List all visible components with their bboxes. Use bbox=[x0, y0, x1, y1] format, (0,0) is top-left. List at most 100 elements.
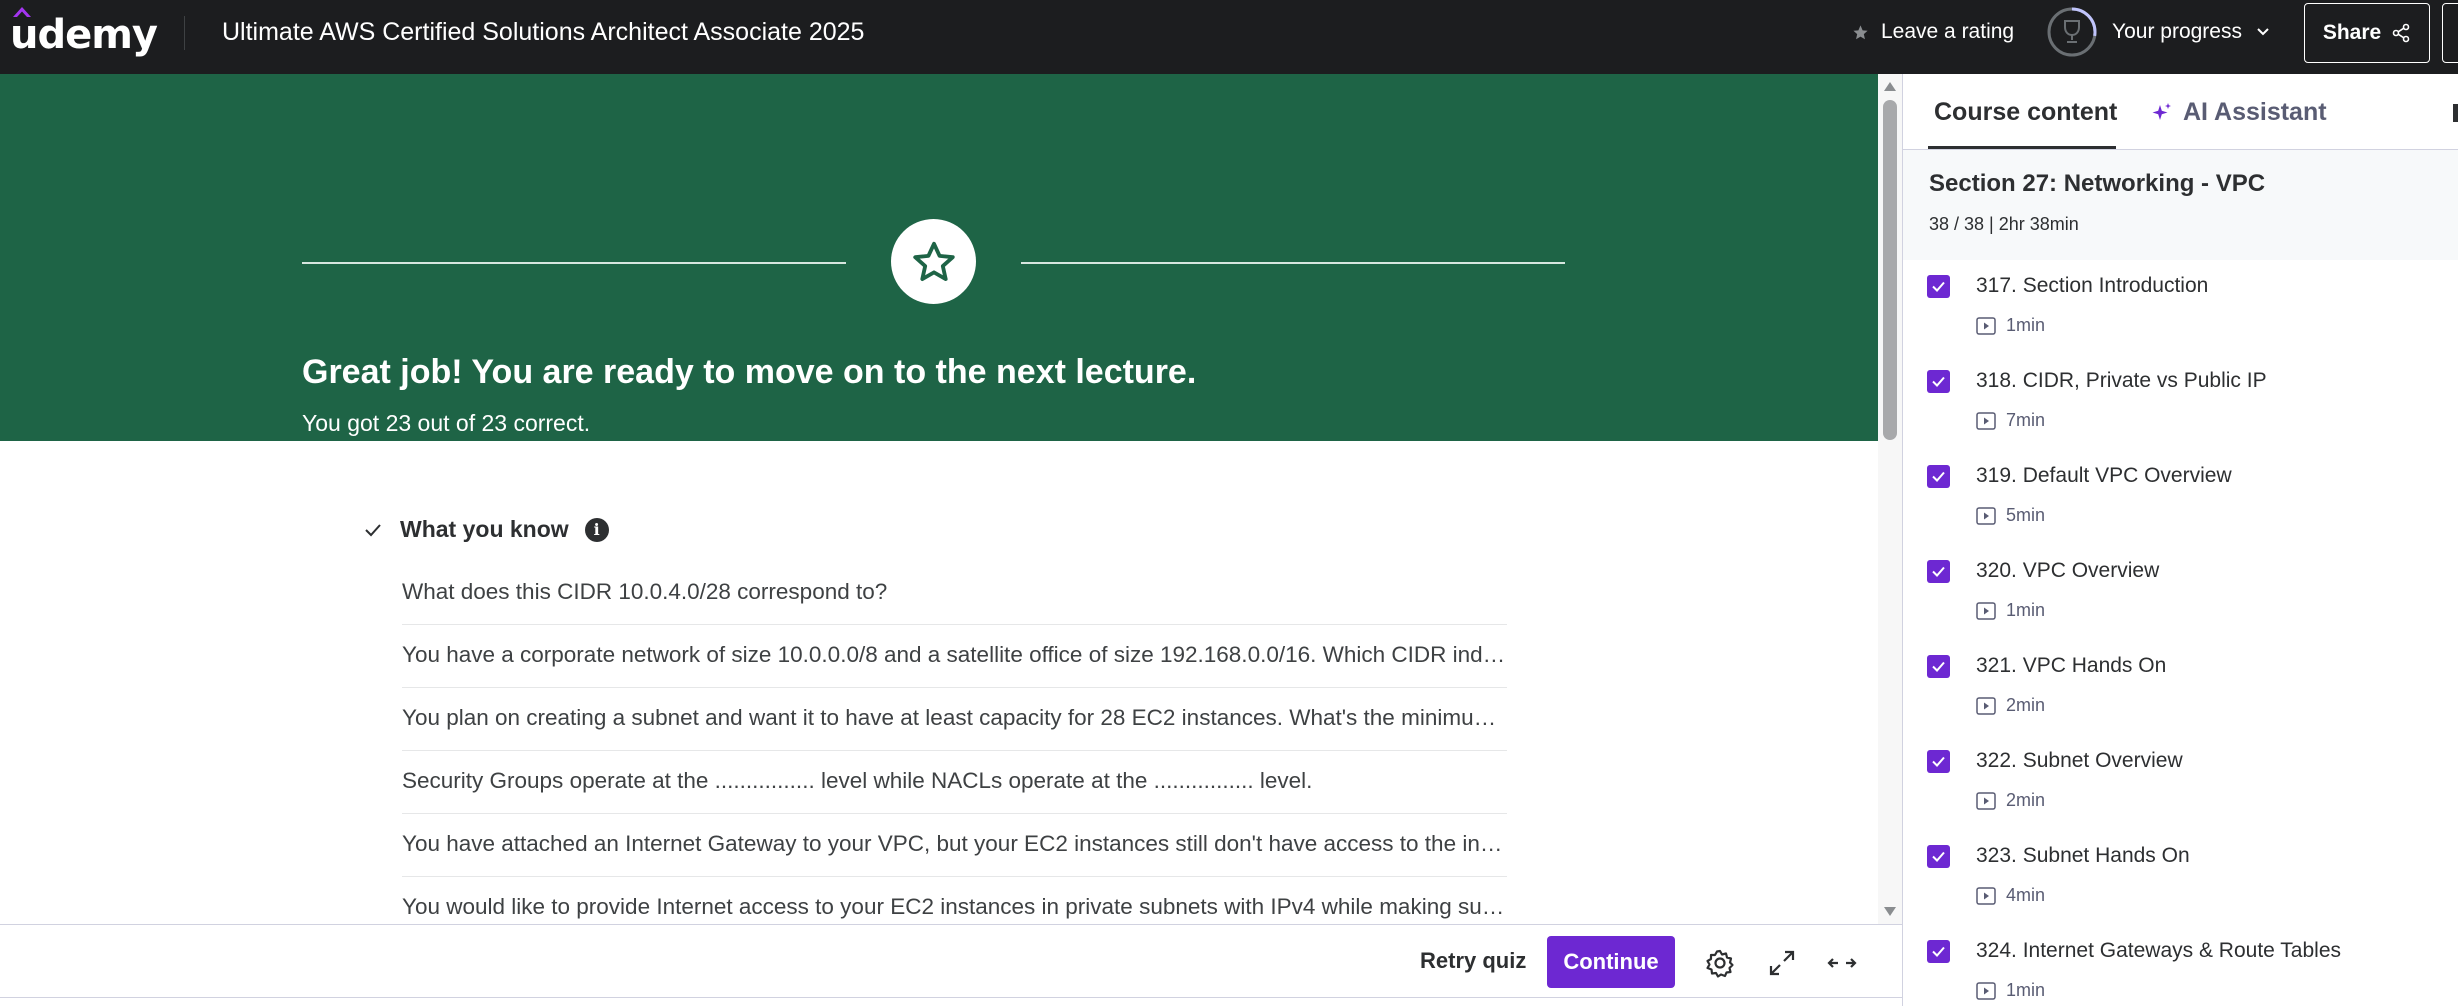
share-label: Share bbox=[2322, 21, 2382, 44]
duration-text: 1min bbox=[2006, 315, 2046, 335]
question-item[interactable]: What does this CIDR 10.0.4.0/28 correspo… bbox=[402, 562, 1507, 625]
lecture-duration: 1min bbox=[1976, 600, 2045, 621]
checkmark-icon bbox=[1932, 756, 1945, 767]
video-play-icon bbox=[1976, 981, 1996, 1000]
lecture-title: 324. Internet Gateways & Route Tables bbox=[1976, 939, 2341, 962]
video-play-icon bbox=[1976, 601, 1996, 620]
lecture-duration: 7min bbox=[1976, 410, 2045, 431]
continue-button[interactable]: Continue bbox=[1547, 936, 1675, 988]
progress-ring bbox=[2046, 6, 2098, 58]
completed-checkbox[interactable] bbox=[1927, 940, 1950, 963]
checkmark-icon bbox=[1932, 946, 1945, 957]
lecture-title: 323. Subnet Hands On bbox=[1976, 844, 2190, 867]
banner-divider-left bbox=[302, 262, 846, 264]
section-meta: 38 / 38 | 2hr 38min bbox=[1929, 214, 2079, 234]
video-play-icon bbox=[1976, 791, 1996, 810]
lecture-item[interactable]: 318. CIDR, Private vs Public IP 7min bbox=[1903, 355, 2458, 450]
checkmark-icon bbox=[1932, 661, 1945, 672]
duration-text: 4min bbox=[2006, 885, 2046, 905]
banner-divider-right bbox=[1021, 262, 1565, 264]
result-score: You got 23 out of 23 correct. bbox=[302, 410, 591, 436]
scroll-up-arrow-icon[interactable] bbox=[1884, 82, 1896, 91]
scroll-thumb[interactable] bbox=[1883, 100, 1897, 440]
udemy-logo[interactable]: udemy bbox=[10, 7, 158, 60]
info-icon[interactable]: i bbox=[584, 517, 609, 542]
lecture-item[interactable]: 320. VPC Overview 1min bbox=[1903, 545, 2458, 640]
quiz-result-banner: Great job! You are ready to move on to t… bbox=[0, 74, 1878, 441]
completed-checkbox[interactable] bbox=[1927, 275, 1950, 298]
retry-quiz-button[interactable]: Retry quiz bbox=[1420, 948, 1526, 974]
your-progress-button[interactable]: Your progress bbox=[2046, 6, 2270, 58]
content-scrollbar[interactable] bbox=[1878, 74, 1902, 924]
leave-rating-label: Leave a rating bbox=[1881, 20, 2015, 43]
completed-checkbox[interactable] bbox=[1927, 750, 1950, 773]
lecture-duration: 5min bbox=[1976, 505, 2045, 526]
lecture-item[interactable]: 323. Subnet Hands On 4min bbox=[1903, 830, 2458, 925]
sidebar-tabs: Course content AI Assistant bbox=[1903, 74, 2458, 150]
duration-text: 1min bbox=[2006, 980, 2046, 1000]
lecture-item[interactable]: 324. Internet Gateways & Route Tables 1m… bbox=[1903, 925, 2458, 1006]
completed-checkbox[interactable] bbox=[1927, 370, 1950, 393]
lecture-title: 320. VPC Overview bbox=[1976, 559, 2160, 582]
lecture-item[interactable]: 321. VPC Hands On 2min bbox=[1903, 640, 2458, 735]
star-icon bbox=[1853, 24, 1868, 39]
duration-text: 5min bbox=[2006, 505, 2046, 525]
completed-checkbox[interactable] bbox=[1927, 465, 1950, 488]
fullscreen-icon[interactable] bbox=[1766, 947, 1798, 979]
what-you-know-label: What you know bbox=[400, 516, 569, 542]
question-item[interactable]: Security Groups operate at the .........… bbox=[402, 751, 1507, 814]
question-item[interactable]: You have a corporate network of size 10.… bbox=[402, 625, 1507, 688]
star-outline-icon bbox=[912, 241, 955, 281]
more-options-button[interactable] bbox=[2442, 3, 2458, 63]
checkmark-icon bbox=[1932, 566, 1945, 577]
check-icon bbox=[365, 523, 381, 536]
lecture-duration: 1min bbox=[1976, 315, 2045, 336]
quiz-footer: Retry quiz Continue bbox=[0, 924, 1902, 998]
lecture-list: 317. Section Introduction 1min 318. CIDR… bbox=[1903, 260, 2458, 1006]
checkmark-icon bbox=[1932, 851, 1945, 862]
top-bar: udemy Ultimate AWS Certified Solutions A… bbox=[0, 0, 2458, 74]
tab-ai-assistant[interactable]: AI Assistant bbox=[2151, 98, 2327, 127]
lecture-title: 317. Section Introduction bbox=[1976, 274, 2209, 297]
header-divider bbox=[184, 16, 185, 50]
completed-checkbox[interactable] bbox=[1927, 655, 1950, 678]
video-play-icon bbox=[1976, 316, 1996, 335]
lecture-title: 318. CIDR, Private vs Public IP bbox=[1976, 369, 2267, 392]
lecture-item[interactable]: 317. Section Introduction 1min bbox=[1903, 260, 2458, 355]
video-play-icon bbox=[1976, 411, 1996, 430]
settings-gear-icon[interactable] bbox=[1704, 947, 1736, 979]
what-you-know-heading: What you know i bbox=[362, 516, 609, 543]
question-item[interactable]: You plan on creating a subnet and want i… bbox=[402, 688, 1507, 751]
completed-checkbox[interactable] bbox=[1927, 560, 1950, 583]
section-header[interactable]: Section 27: Networking - VPC 38 / 38 | 2… bbox=[1903, 150, 2458, 260]
lecture-duration: 1min bbox=[1976, 980, 2045, 1001]
video-play-icon bbox=[1976, 506, 1996, 525]
question-item[interactable]: You have attached an Internet Gateway to… bbox=[402, 814, 1507, 877]
tab-course-content[interactable]: Course content bbox=[1934, 98, 2117, 127]
star-badge bbox=[891, 219, 976, 304]
lecture-title: 322. Subnet Overview bbox=[1976, 749, 2183, 772]
lecture-duration: 2min bbox=[1976, 695, 2045, 716]
lecture-duration: 4min bbox=[1976, 885, 2045, 906]
duration-text: 2min bbox=[2006, 790, 2046, 810]
active-tab-indicator bbox=[1928, 146, 2116, 149]
lecture-item[interactable]: 322. Subnet Overview 2min bbox=[1903, 735, 2458, 830]
share-button[interactable]: Share bbox=[2304, 3, 2430, 63]
video-play-icon bbox=[1976, 696, 1996, 715]
leave-rating-button[interactable]: Leave a rating bbox=[1852, 20, 2014, 44]
share-icon bbox=[2392, 23, 2410, 43]
video-play-icon bbox=[1976, 886, 1996, 905]
checkmark-icon bbox=[1932, 471, 1945, 482]
lecture-item[interactable]: 319. Default VPC Overview 5min bbox=[1903, 450, 2458, 545]
section-title: Section 27: Networking - VPC bbox=[1929, 170, 2266, 197]
ai-assistant-label: AI Assistant bbox=[2183, 98, 2327, 126]
lecture-title: 321. VPC Hands On bbox=[1976, 654, 2167, 677]
duration-text: 1min bbox=[2006, 600, 2046, 620]
course-title[interactable]: Ultimate AWS Certified Solutions Archite… bbox=[222, 18, 864, 47]
expand-width-icon[interactable] bbox=[1826, 947, 1858, 979]
completed-checkbox[interactable] bbox=[1927, 845, 1950, 868]
scroll-down-arrow-icon[interactable] bbox=[1884, 907, 1896, 916]
result-heading: Great job! You are ready to move on to t… bbox=[302, 353, 1197, 391]
course-sidebar: Course content AI Assistant Section 27: … bbox=[1902, 74, 2458, 1006]
duration-text: 2min bbox=[2006, 695, 2046, 715]
